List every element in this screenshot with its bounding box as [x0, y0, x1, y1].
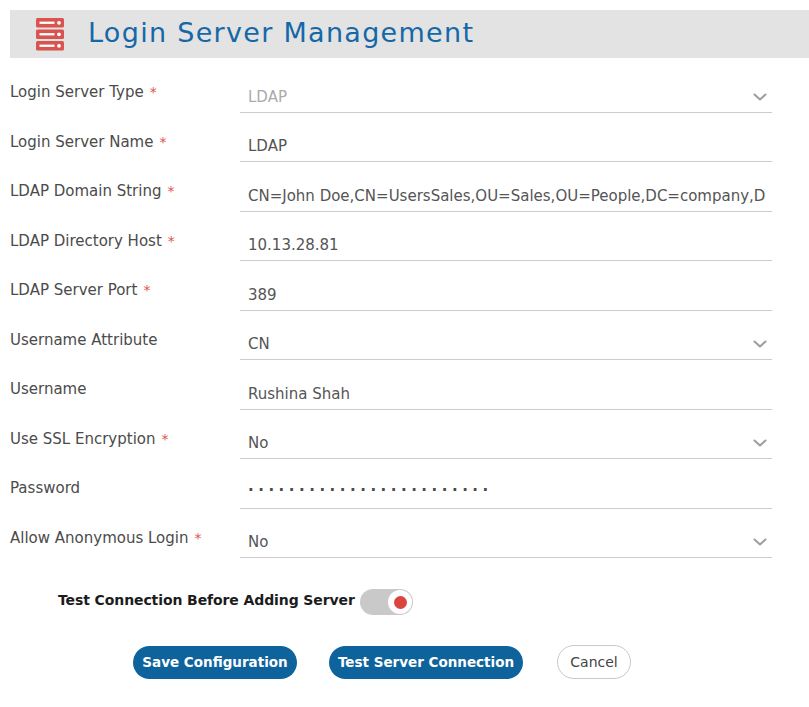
field-value: ........................: [248, 478, 772, 495]
field-label: Password: [10, 459, 240, 509]
field-label: Allow Anonymous Login *: [10, 509, 240, 559]
field-label-text: Login Server Name: [10, 133, 153, 151]
field-label: LDAP Directory Host *: [10, 212, 240, 262]
required-asterisk: *: [194, 530, 201, 546]
field-value: No: [248, 435, 772, 452]
username-input[interactable]: Rushina Shah: [240, 360, 772, 410]
required-asterisk: *: [162, 431, 169, 447]
field-value: No: [248, 534, 772, 551]
save-configuration-button[interactable]: Save Configuration: [133, 646, 297, 679]
field-label: LDAP Domain String *: [10, 162, 240, 212]
field-label: Login Server Name *: [10, 113, 240, 163]
form-row: Login Server Name * LDAP: [10, 113, 772, 163]
server-stack-icon: [36, 18, 64, 51]
field-label-text: Login Server Type: [10, 83, 144, 101]
ldap-domain-string-input[interactable]: CN=John Doe,CN=UsersSales,OU=Sales,OU=Pe…: [240, 162, 772, 212]
form-row: Username Rushina Shah: [10, 360, 772, 410]
cancel-button[interactable]: Cancel: [557, 645, 631, 679]
field-value: 389: [248, 287, 772, 304]
form-row: Username Attribute CN: [10, 311, 772, 361]
field-label: LDAP Server Port *: [10, 261, 240, 311]
field-label-text: Username Attribute: [10, 331, 157, 349]
ldap-server-port-input[interactable]: 389: [240, 261, 772, 311]
form-row: Allow Anonymous Login * No: [10, 509, 772, 559]
field-label: Username: [10, 360, 240, 410]
login-server-form: Login Server Type * LDAP Login Server Nam…: [10, 63, 772, 558]
toggle-knob-dot: [394, 596, 407, 609]
required-asterisk: *: [143, 282, 150, 298]
field-label-text: Username: [10, 380, 86, 398]
action-buttons: Save Configuration Test Server Connectio…: [133, 645, 631, 679]
field-label: Username Attribute: [10, 311, 240, 361]
field-value: Rushina Shah: [248, 386, 772, 403]
allow-anonymous-login-select[interactable]: No: [240, 509, 772, 559]
field-value: CN=John Doe,CN=UsersSales,OU=Sales,OU=Pe…: [248, 188, 772, 205]
chevron-down-icon: [753, 538, 767, 546]
page-title: Login Server Management: [88, 17, 474, 51]
test-server-connection-button[interactable]: Test Server Connection: [329, 646, 523, 679]
field-label: Use SSL Encryption *: [10, 410, 240, 460]
password-input[interactable]: ........................: [240, 459, 772, 509]
form-row: Use SSL Encryption * No: [10, 410, 772, 460]
field-label-text: LDAP Directory Host: [10, 232, 162, 250]
field-value: 10.13.28.81: [248, 237, 772, 254]
field-label-text: LDAP Domain String: [10, 182, 161, 200]
use-ssl-encryption-select[interactable]: No: [240, 410, 772, 460]
toggle-label: Test Connection Before Adding Server: [58, 592, 355, 608]
form-row: Login Server Type * LDAP: [10, 63, 772, 113]
required-asterisk: *: [167, 183, 174, 199]
form-row: LDAP Domain String * CN=John Doe,CN=Users…: [10, 162, 772, 212]
field-label: Login Server Type *: [10, 63, 240, 113]
field-label-text: LDAP Server Port: [10, 281, 137, 299]
form-row: LDAP Directory Host * 10.13.28.81: [10, 212, 772, 262]
page-header: Login Server Management: [10, 10, 809, 58]
required-asterisk: *: [150, 84, 157, 100]
field-label-text: Use SSL Encryption: [10, 430, 156, 448]
field-value: CN: [248, 336, 772, 353]
login-server-type-select[interactable]: LDAP: [240, 63, 772, 113]
field-label-text: Password: [10, 479, 80, 497]
field-value: LDAP: [248, 89, 772, 106]
required-asterisk: *: [168, 233, 175, 249]
field-label-text: Allow Anonymous Login: [10, 529, 188, 547]
toggle-knob: [388, 590, 412, 614]
form-row: Password ........................: [10, 459, 772, 509]
chevron-down-icon: [753, 340, 767, 348]
chevron-down-icon: [753, 93, 767, 101]
form-row: LDAP Server Port * 389: [10, 261, 772, 311]
chevron-down-icon: [753, 439, 767, 447]
ldap-directory-host-input[interactable]: 10.13.28.81: [240, 212, 772, 262]
required-asterisk: *: [159, 134, 166, 150]
username-attribute-select[interactable]: CN: [240, 311, 772, 361]
test-connection-toggle[interactable]: [360, 589, 413, 615]
field-value: LDAP: [248, 138, 772, 155]
login-server-name-input[interactable]: LDAP: [240, 113, 772, 163]
